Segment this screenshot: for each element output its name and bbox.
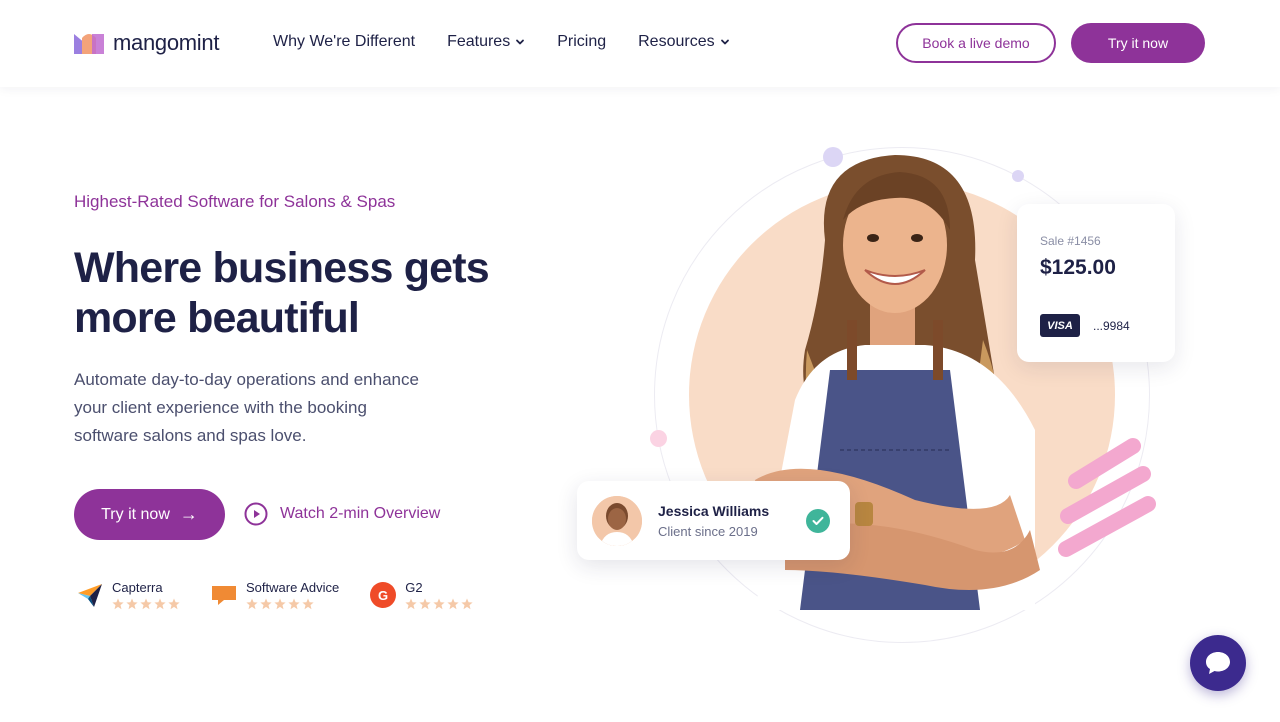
site-header: mangomint Why We're Different Features P… — [0, 0, 1280, 87]
rating-name: Software Advice — [246, 580, 340, 595]
star-rating — [246, 598, 339, 610]
main-nav: Why We're Different Features Pricing Res… — [273, 33, 730, 51]
rating-software-advice[interactable]: Software Advice — [210, 580, 339, 610]
star-icon — [433, 598, 445, 610]
rating-capterra[interactable]: Capterra — [76, 580, 180, 610]
client-card: Jessica Williams Client since 2019 — [577, 481, 850, 560]
arrow-right-icon: → — [179, 504, 198, 524]
g2-icon: G — [370, 582, 397, 608]
card-last-digits: ...9984 — [1093, 319, 1130, 333]
hero-headline: Where business gets more beautiful — [74, 243, 514, 343]
star-icon — [260, 598, 272, 610]
book-demo-button[interactable]: Book a live demo — [896, 23, 1056, 63]
rating-name: Capterra — [112, 580, 163, 595]
try-it-now-header-button[interactable]: Try it now — [1071, 23, 1205, 63]
star-icon — [112, 598, 124, 610]
star-icon — [302, 598, 314, 610]
star-icon — [288, 598, 300, 610]
software-advice-icon — [212, 586, 236, 605]
visa-card-icon: VISA — [1040, 314, 1080, 337]
chevron-down-icon — [720, 39, 729, 45]
capterra-icon — [78, 584, 102, 607]
star-icon — [447, 598, 459, 610]
decorative-dot — [650, 430, 667, 447]
nav-resources[interactable]: Resources — [638, 33, 729, 51]
nav-item-label: Resources — [638, 33, 715, 50]
cta-label: Try it now — [101, 505, 170, 523]
watch-overview-link[interactable]: Watch 2-min Overview — [244, 502, 440, 526]
hero-subtext: Automate day-to-day operations and enhan… — [74, 370, 419, 445]
nav-features[interactable]: Features — [447, 33, 525, 51]
sale-number: Sale #1456 — [1040, 234, 1101, 248]
chat-bubble-icon — [1206, 652, 1230, 674]
nav-item-label: Features — [447, 33, 511, 50]
nav-pricing[interactable]: Pricing — [557, 33, 606, 51]
hero-eyebrow: Highest-Rated Software for Salons & Spas — [74, 192, 396, 211]
star-icon — [405, 598, 417, 610]
client-name: Jessica Williams — [658, 503, 770, 519]
star-icon — [168, 598, 180, 610]
try-it-now-hero-button[interactable]: Try it now → — [74, 489, 225, 540]
play-circle-icon — [244, 502, 268, 526]
headline-line-2: more beautiful — [74, 294, 360, 342]
watch-label: Watch 2-min Overview — [280, 505, 441, 522]
sale-card: Sale #1456 $125.00 VISA ...9984 — [1017, 204, 1175, 362]
chat-widget-button[interactable] — [1190, 635, 1246, 691]
chevron-down-icon — [516, 39, 525, 45]
avatar — [592, 496, 642, 546]
star-rating — [112, 598, 180, 610]
star-icon — [274, 598, 286, 610]
star-icon — [246, 598, 258, 610]
brand-name: mangomint — [113, 30, 220, 55]
sale-amount: $125.00 — [1040, 256, 1116, 279]
decorative-brush-strokes — [1058, 438, 1156, 557]
review-ratings: Capterra Software Advice G G2 — [76, 580, 473, 610]
mangomint-logo-icon — [74, 34, 104, 54]
star-rating — [405, 598, 473, 610]
check-icon — [806, 509, 830, 533]
client-since: Client since 2019 — [658, 524, 758, 539]
brand-logo[interactable]: mangomint — [74, 30, 219, 56]
star-icon — [126, 598, 138, 610]
star-icon — [154, 598, 166, 610]
svg-text:G: G — [378, 588, 388, 603]
star-icon — [461, 598, 473, 610]
headline-line-1: Where business gets — [74, 244, 490, 292]
nav-item-label: Why We're Different — [273, 33, 416, 50]
star-icon — [140, 598, 152, 610]
star-icon — [419, 598, 431, 610]
rating-name: G2 — [405, 580, 423, 595]
client-portrait-icon — [592, 496, 642, 546]
nav-item-label: Pricing — [557, 33, 607, 50]
rating-g2[interactable]: G G2 — [369, 580, 473, 610]
nav-why-different[interactable]: Why We're Different — [273, 33, 415, 51]
